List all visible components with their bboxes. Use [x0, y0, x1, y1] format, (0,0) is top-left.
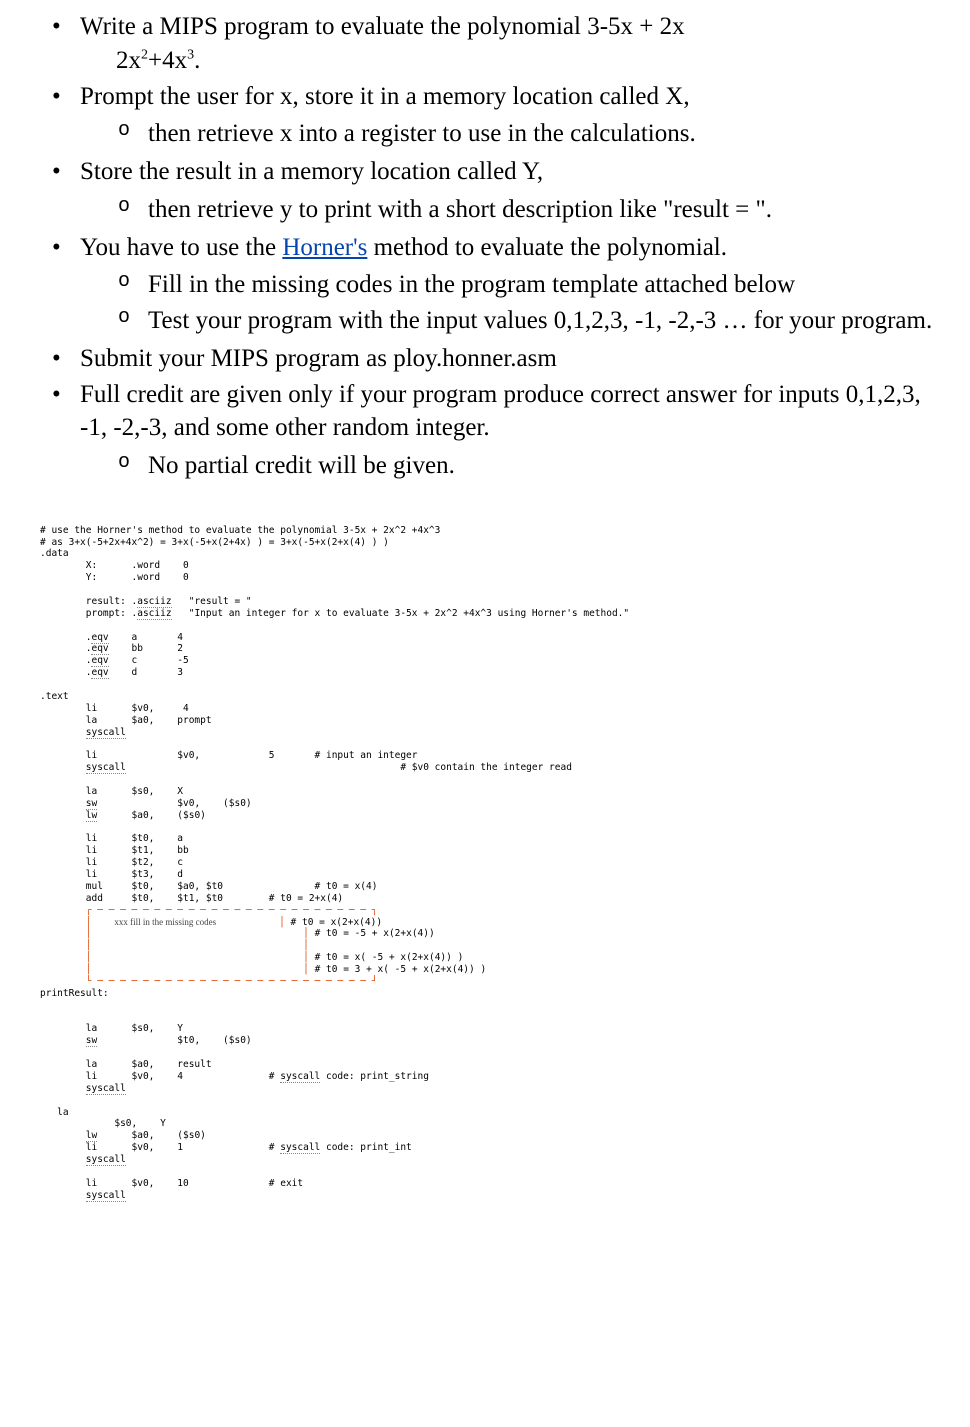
code-line: syscall: [40, 1083, 126, 1095]
code-line: la: [40, 1107, 69, 1118]
fill-placeholder: xxx fill in the missing codes: [114, 917, 216, 928]
bullet-2: Prompt the user for x, store it in a mem…: [80, 80, 950, 152]
dashed-box-top: ┌ ─ ─ ─ ─ ─ ─ ─ ─ ─ ─ ─ ─ ─ ─ ─ ─ ─ ─ ─ …: [40, 905, 377, 916]
bullet-6-sub-1: No partial credit will be given.: [148, 449, 950, 483]
bullet-1: Write a MIPS program to evaluate the pol…: [80, 10, 950, 78]
sup-2: 2: [141, 47, 148, 62]
code-line: li $v0, 1 # syscall code: print_int: [40, 1142, 412, 1154]
code-line: Y: .word 0: [40, 572, 189, 583]
code-line: │ xxx fill in the missing codes │ # t0 =…: [40, 917, 382, 928]
code-line: li $v0, 4 # syscall code: print_string: [40, 1071, 429, 1083]
code-line: li $t0, a: [40, 833, 183, 844]
code-line: .eqv bb 2: [40, 643, 183, 655]
code-line: $s0, Y: [40, 1118, 166, 1129]
code-line: add $t0, $t1, $t0 # t0 = 2+x(4): [40, 893, 343, 904]
code-line: la $a0, result: [40, 1059, 212, 1070]
code-line: │ │: [40, 940, 309, 951]
bullet-4-text-a: You have to use the: [80, 234, 282, 261]
bullet-5: Submit your MIPS program as ploy.honner.…: [80, 342, 950, 376]
bullet-2-text: Prompt the user for x, store it in a mem…: [80, 83, 690, 110]
code-template: # use the Horner's method to evaluate th…: [20, 513, 950, 1202]
code-line: .data: [40, 548, 69, 559]
code-line: .eqv a 4: [40, 632, 183, 644]
code-line: la $s0, X: [40, 786, 183, 797]
horner-link[interactable]: Horner's: [282, 234, 367, 261]
bullet-3-sub-1: then retrieve y to print with a short de…: [148, 193, 950, 227]
bullet-6: Full credit are given only if your progr…: [80, 378, 950, 483]
code-line: li $v0, 10 # exit: [40, 1178, 303, 1189]
code-line: # use the Horner's method to evaluate th…: [40, 525, 440, 536]
code-line: sw $v0, ($s0): [40, 798, 252, 810]
bullet-2-sub-1: then retrieve x into a register to use i…: [148, 117, 950, 151]
bullet-3-text: Store the result in a memory location ca…: [80, 158, 543, 185]
bullet-6-text: Full credit are given only if your progr…: [80, 381, 921, 442]
code-line: # as 3+x(-5+2x+4x^2) = 3+x(-5+x(2+4x) ) …: [40, 537, 389, 548]
dashed-box-bottom: └ ─ ─ ─ ─ ─ ─ ─ ─ ─ ─ ─ ─ ─ ─ ─ ─ ─ ─ ─ …: [40, 976, 377, 987]
bullet-4: You have to use the Horner's method to e…: [80, 231, 950, 338]
code-line: li $v0, 5 # input an integer: [40, 750, 418, 761]
code-line: result: .asciiz "result = ": [40, 596, 252, 608]
bullet-3: Store the result in a memory location ca…: [80, 155, 950, 227]
code-line: │ │ # t0 = -5 + x(2+x(4)): [40, 928, 435, 939]
code-line: syscall: [40, 1190, 126, 1202]
code-line: la $a0, prompt: [40, 715, 212, 726]
code-line: syscall: [40, 727, 126, 739]
code-line: sw $t0, ($s0): [40, 1035, 252, 1047]
code-line: syscall: [40, 1154, 126, 1166]
bullet-4-sub-2: Test your program with the input values …: [148, 304, 950, 338]
code-line: │ │ # t0 = 3 + x( -5 + x(2+x(4)) ): [40, 964, 486, 975]
code-line: syscall # $v0 contain the integer read: [40, 762, 572, 774]
code-line: li $v0, 4: [40, 703, 189, 714]
bullet-1-line2: 2x2+4x3.: [80, 44, 950, 78]
assignment-list: Write a MIPS program to evaluate the pol…: [20, 10, 950, 483]
code-line: .text: [40, 691, 69, 702]
code-line: li $t2, c: [40, 857, 183, 868]
bullet-1-text-a: Write a MIPS program to evaluate the pol…: [80, 13, 685, 40]
code-line: X: .word 0: [40, 560, 189, 571]
code-line: .eqv c -5: [40, 655, 189, 667]
code-line: printResult:: [40, 988, 109, 999]
code-line: │ │ # t0 = x( -5 + x(2+x(4)) ): [40, 952, 463, 963]
code-line: lw $a0, ($s0): [40, 1130, 206, 1142]
code-line: li $t3, d: [40, 869, 183, 880]
code-line: .eqv d 3: [40, 667, 183, 679]
code-line: li $t1, bb: [40, 845, 189, 856]
code-line: la $s0, Y: [40, 1023, 183, 1034]
code-line: lw $a0, ($s0): [40, 810, 206, 822]
bullet-4-text-b: method to evaluate the polynomial.: [367, 234, 727, 261]
code-line: mul $t0, $a0, $t0 # t0 = x(4): [40, 881, 377, 892]
bullet-4-sub-1: Fill in the missing codes in the program…: [148, 268, 950, 302]
code-line: prompt: .asciiz "Input an integer for x …: [40, 608, 629, 620]
